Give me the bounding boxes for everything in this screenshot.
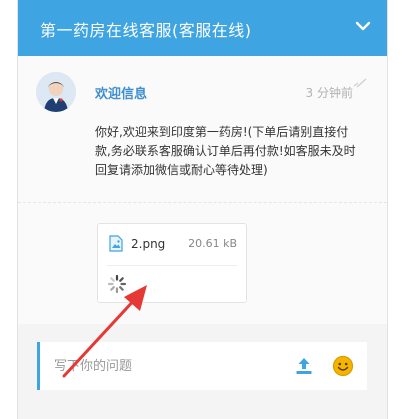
agent-avatar — [36, 72, 76, 112]
attachment-file-name[interactable]: 2.png — [131, 237, 165, 251]
chat-title: 第一药房在线客服(客服在线) — [40, 21, 252, 40]
chevron-down-icon[interactable] — [353, 16, 373, 36]
welcome-message: 你好,欢迎来到印度第一药房!(下单后请别直接付款,务必联系客服确认订单后再付款!… — [95, 125, 356, 177]
sent-check-icon — [353, 78, 367, 88]
message-divider — [18, 202, 387, 203]
agent-name: 欢迎信息 — [95, 87, 148, 102]
upload-icon[interactable] — [294, 356, 314, 376]
chat-widget: 第一药房在线客服(客服在线) 欢迎信息 3 分钟前 你好,欢迎来到印度第一药房!… — [17, 0, 388, 419]
chat-header[interactable]: 第一药房在线客服(客服在线) — [18, 0, 387, 56]
image-file-icon — [109, 235, 123, 252]
attachment-divider — [107, 265, 237, 266]
emoji-icon[interactable] — [332, 355, 354, 377]
composer-area — [18, 324, 387, 419]
attachment-file-size: 20.61 kB — [188, 237, 237, 250]
chat-messages: 欢迎信息 3 分钟前 你好,欢迎来到印度第一药房!(下单后请别直接付款,务必联系… — [18, 56, 387, 324]
message-input[interactable] — [54, 356, 254, 376]
loading-spinner-icon — [107, 274, 127, 294]
message-time: 3 分钟前 — [305, 86, 353, 100]
attachment-card[interactable]: 2.png 20.61 kB — [97, 223, 247, 303]
composer-box — [37, 342, 367, 390]
